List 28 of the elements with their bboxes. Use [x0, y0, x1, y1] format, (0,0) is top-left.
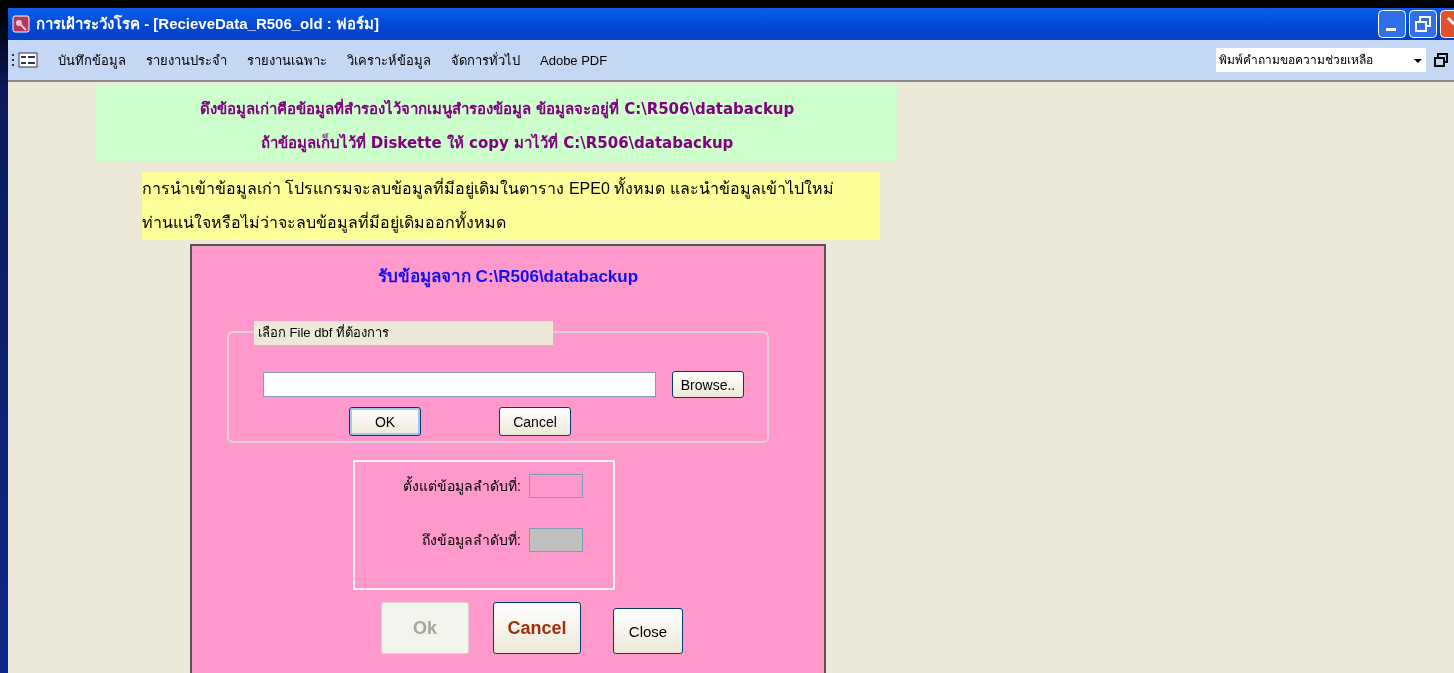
notice-text: ถ้าข้อมูลเก็บไว้ที่ Diskette ให้ copy มาไว้ที่ C:\R506\databackup [259, 131, 735, 155]
browse-button[interactable]: Browse.. [672, 371, 744, 398]
group-label: เลือก File dbf ที่ต้องการ [254, 321, 553, 345]
notice-text: ดึงข้อมูลเก่าคือข้อมูลที่สำรองไว้จากเมนูสำรองข้อมูล ข้อมูลจะอยู่ที่ C:\R506\databackup [198, 97, 796, 121]
close-button[interactable] [1440, 10, 1454, 38]
menu-item[interactable]: รายงานประจำ [136, 49, 237, 71]
ok-button[interactable]: OK [349, 407, 421, 436]
menu-item[interactable]: บันทึกข้อมูล [48, 49, 136, 71]
form-title: รับข้อมูลจาก C:\R506\databackup [377, 266, 639, 289]
form-view-icon[interactable] [12, 52, 38, 68]
cancel-button[interactable]: Cancel [493, 602, 581, 654]
menu-item[interactable]: จัดการทั่วไป [441, 49, 530, 71]
help-question-box[interactable]: พิมพ์คำถามขอความช่วยเหลือ [1216, 48, 1426, 72]
number-field[interactable] [529, 474, 583, 498]
restore-button[interactable] [1409, 10, 1437, 38]
close-button[interactable]: Close [613, 608, 683, 654]
menu-item[interactable]: วิเคราะห์ข้อมูล [337, 49, 441, 71]
window-title: การเฝ้าระวังโรค - [RecieveData_R506_old : ฟอร์ม] [36, 14, 379, 34]
minimize-button[interactable] [1378, 10, 1406, 38]
field-label: ตั้งแต่ข้อมูลลำดับที่: [403, 475, 521, 497]
menu-item[interactable]: Adobe PDF [530, 52, 618, 68]
restore-window-icon[interactable] [1434, 53, 1448, 67]
field-label: ถึงข้อมูลลำดับที่: [422, 530, 521, 551]
file-path-field[interactable] [263, 372, 656, 397]
menu-item[interactable]: รายงานเฉพาะ [237, 49, 337, 71]
cancel-button[interactable]: Cancel [499, 407, 571, 436]
app-icon[interactable] [12, 15, 30, 33]
warning-text: การนำเข้าข้อมูลเก่า โปรแกรมจะลบข้อมูลที่มีอยู่เดิมในตาราง EPE0 ทั้งหมด และนำข้อมูลเข้าไปใหม่ ท่านแน่ใจหรือไม่ว่าจะลบข้อมูลที่มีอยู่เดิมออกทั้งหมด [142, 172, 842, 240]
